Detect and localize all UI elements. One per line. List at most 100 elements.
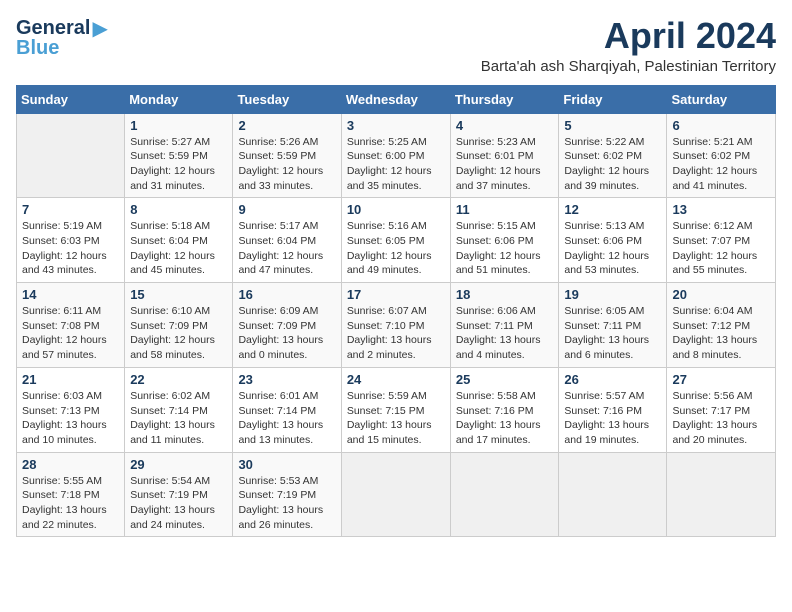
day-info: Sunrise: 5:17 AM Sunset: 6:04 PM Dayligh…: [238, 219, 335, 278]
day-info: Sunrise: 5:55 AM Sunset: 7:18 PM Dayligh…: [22, 474, 119, 533]
day-info: Sunrise: 6:07 AM Sunset: 7:10 PM Dayligh…: [347, 304, 445, 363]
day-info: Sunrise: 5:59 AM Sunset: 7:15 PM Dayligh…: [347, 389, 445, 448]
day-info: Sunrise: 5:53 AM Sunset: 7:19 PM Dayligh…: [238, 474, 335, 533]
weekday-header-friday: Friday: [559, 85, 667, 113]
day-info: Sunrise: 5:54 AM Sunset: 7:19 PM Dayligh…: [130, 474, 227, 533]
calendar-cell: 22 Sunrise: 6:02 AM Sunset: 7:14 PM Dayli…: [125, 367, 233, 452]
day-info: Sunrise: 6:09 AM Sunset: 7:09 PM Dayligh…: [238, 304, 335, 363]
title-section: April 2024 Barta'ah ash Sharqiyah, Pales…: [481, 16, 776, 75]
day-number: 28: [22, 457, 119, 472]
day-number: 25: [456, 372, 554, 387]
day-number: 18: [456, 287, 554, 302]
calendar-cell: 4Sunrise: 5:23 AM Sunset: 6:01 PM Daylig…: [450, 113, 559, 198]
day-number: 29: [130, 457, 227, 472]
day-number: 19: [564, 287, 661, 302]
day-number: 27: [672, 372, 770, 387]
day-number: 24: [347, 372, 445, 387]
calendar-cell: 26Sunrise: 5:57 AM Sunset: 7:16 PM Dayli…: [559, 367, 667, 452]
calendar-cell: 27 Sunrise: 5:56 AM Sunset: 7:17 PM Dayli…: [667, 367, 776, 452]
day-info: Sunrise: 6:03 AM Sunset: 7:13 PM Dayligh…: [22, 389, 119, 448]
calendar-cell: 24 Sunrise: 5:59 AM Sunset: 7:15 PM Dayli…: [341, 367, 450, 452]
calendar-cell: 16 Sunrise: 6:09 AM Sunset: 7:09 PM Dayli…: [233, 283, 341, 368]
weekday-header-sunday: Sunday: [17, 85, 125, 113]
calendar-cell: 9 Sunrise: 5:17 AM Sunset: 6:04 PM Daylig…: [233, 198, 341, 283]
day-info: Sunrise: 5:19 AM Sunset: 6:03 PM Dayligh…: [22, 219, 119, 278]
calendar-week-1: 1Sunrise: 5:27 AM Sunset: 5:59 PM Daylig…: [17, 113, 776, 198]
calendar-cell: [667, 452, 776, 537]
day-info: Sunrise: 5:13 AM Sunset: 6:06 PM Dayligh…: [564, 219, 661, 278]
day-number: 2: [238, 118, 335, 133]
day-info: Sunrise: 6:02 AM Sunset: 7:14 PM Dayligh…: [130, 389, 227, 448]
day-number: 12: [564, 202, 661, 217]
calendar-header: SundayMondayTuesdayWednesdayThursdayFrid…: [17, 85, 776, 113]
calendar-week-5: 28 Sunrise: 5:55 AM Sunset: 7:18 PM Dayli…: [17, 452, 776, 537]
page-header: General ▶ Blue April 2024 Barta'ah ash S…: [16, 16, 776, 75]
logo-text-blue: Blue: [16, 37, 59, 60]
day-info: Sunrise: 6:01 AM Sunset: 7:14 PM Dayligh…: [238, 389, 335, 448]
calendar-cell: 5 Sunrise: 5:22 AM Sunset: 6:02 PM Daylig…: [559, 113, 667, 198]
weekday-header-tuesday: Tuesday: [233, 85, 341, 113]
calendar-cell: 17 Sunrise: 6:07 AM Sunset: 7:10 PM Dayli…: [341, 283, 450, 368]
calendar-cell: 23Sunrise: 6:01 AM Sunset: 7:14 PM Dayli…: [233, 367, 341, 452]
calendar-cell: 3 Sunrise: 5:25 AM Sunset: 6:00 PM Daylig…: [341, 113, 450, 198]
calendar-cell: 29 Sunrise: 5:54 AM Sunset: 7:19 PM Dayli…: [125, 452, 233, 537]
day-info: Sunrise: 5:23 AM Sunset: 6:01 PM Dayligh…: [456, 135, 554, 194]
calendar-week-3: 14 Sunrise: 6:11 AM Sunset: 7:08 PM Dayli…: [17, 283, 776, 368]
calendar-week-4: 21 Sunrise: 6:03 AM Sunset: 7:13 PM Dayli…: [17, 367, 776, 452]
day-number: 15: [130, 287, 227, 302]
calendar-body: 1Sunrise: 5:27 AM Sunset: 5:59 PM Daylig…: [17, 113, 776, 537]
calendar-cell: 12 Sunrise: 5:13 AM Sunset: 6:06 PM Dayli…: [559, 198, 667, 283]
calendar-cell: 13 Sunrise: 6:12 AM Sunset: 7:07 PM Dayli…: [667, 198, 776, 283]
day-number: 22: [130, 372, 227, 387]
calendar-week-2: 7 Sunrise: 5:19 AM Sunset: 6:03 PM Daylig…: [17, 198, 776, 283]
calendar-cell: [17, 113, 125, 198]
day-number: 13: [672, 202, 770, 217]
day-info: Sunrise: 6:04 AM Sunset: 7:12 PM Dayligh…: [672, 304, 770, 363]
day-number: 17: [347, 287, 445, 302]
day-number: 26: [564, 372, 661, 387]
location-title: Barta'ah ash Sharqiyah, Palestinian Terr…: [481, 58, 776, 75]
calendar-cell: 21 Sunrise: 6:03 AM Sunset: 7:13 PM Dayli…: [17, 367, 125, 452]
logo-bird-icon: ▶: [92, 16, 107, 41]
day-number: 14: [22, 287, 119, 302]
calendar-cell: 2 Sunrise: 5:26 AM Sunset: 5:59 PM Daylig…: [233, 113, 341, 198]
day-number: 8: [130, 202, 227, 217]
weekday-header-wednesday: Wednesday: [341, 85, 450, 113]
weekday-header-saturday: Saturday: [667, 85, 776, 113]
calendar-cell: 19Sunrise: 6:05 AM Sunset: 7:11 PM Dayli…: [559, 283, 667, 368]
day-number: 30: [238, 457, 335, 472]
day-info: Sunrise: 6:06 AM Sunset: 7:11 PM Dayligh…: [456, 304, 554, 363]
calendar-cell: 30 Sunrise: 5:53 AM Sunset: 7:19 PM Dayli…: [233, 452, 341, 537]
calendar-cell: 11 Sunrise: 5:15 AM Sunset: 6:06 PM Dayli…: [450, 198, 559, 283]
day-info: Sunrise: 5:58 AM Sunset: 7:16 PM Dayligh…: [456, 389, 554, 448]
day-number: 20: [672, 287, 770, 302]
calendar-cell: [559, 452, 667, 537]
day-number: 11: [456, 202, 554, 217]
calendar-cell: 28 Sunrise: 5:55 AM Sunset: 7:18 PM Dayli…: [17, 452, 125, 537]
day-number: 5: [564, 118, 661, 133]
day-number: 3: [347, 118, 445, 133]
day-info: Sunrise: 5:56 AM Sunset: 7:17 PM Dayligh…: [672, 389, 770, 448]
day-info: Sunrise: 5:18 AM Sunset: 6:04 PM Dayligh…: [130, 219, 227, 278]
day-info: Sunrise: 5:25 AM Sunset: 6:00 PM Dayligh…: [347, 135, 445, 194]
day-info: Sunrise: 6:12 AM Sunset: 7:07 PM Dayligh…: [672, 219, 770, 278]
day-info: Sunrise: 5:15 AM Sunset: 6:06 PM Dayligh…: [456, 219, 554, 278]
day-number: 21: [22, 372, 119, 387]
month-title: April 2024: [481, 16, 776, 56]
calendar-cell: 1Sunrise: 5:27 AM Sunset: 5:59 PM Daylig…: [125, 113, 233, 198]
day-number: 9: [238, 202, 335, 217]
day-info: Sunrise: 5:26 AM Sunset: 5:59 PM Dayligh…: [238, 135, 335, 194]
logo: General ▶ Blue: [16, 16, 108, 60]
calendar-cell: 14 Sunrise: 6:11 AM Sunset: 7:08 PM Dayli…: [17, 283, 125, 368]
calendar-cell: 10Sunrise: 5:16 AM Sunset: 6:05 PM Dayli…: [341, 198, 450, 283]
calendar-cell: 20 Sunrise: 6:04 AM Sunset: 7:12 PM Dayli…: [667, 283, 776, 368]
calendar-cell: 8 Sunrise: 5:18 AM Sunset: 6:04 PM Daylig…: [125, 198, 233, 283]
day-number: 7: [22, 202, 119, 217]
day-number: 10: [347, 202, 445, 217]
weekday-header-monday: Monday: [125, 85, 233, 113]
day-info: Sunrise: 5:21 AM Sunset: 6:02 PM Dayligh…: [672, 135, 770, 194]
calendar-cell: 18 Sunrise: 6:06 AM Sunset: 7:11 PM Dayli…: [450, 283, 559, 368]
day-number: 16: [238, 287, 335, 302]
day-info: Sunrise: 5:22 AM Sunset: 6:02 PM Dayligh…: [564, 135, 661, 194]
day-info: Sunrise: 6:11 AM Sunset: 7:08 PM Dayligh…: [22, 304, 119, 363]
